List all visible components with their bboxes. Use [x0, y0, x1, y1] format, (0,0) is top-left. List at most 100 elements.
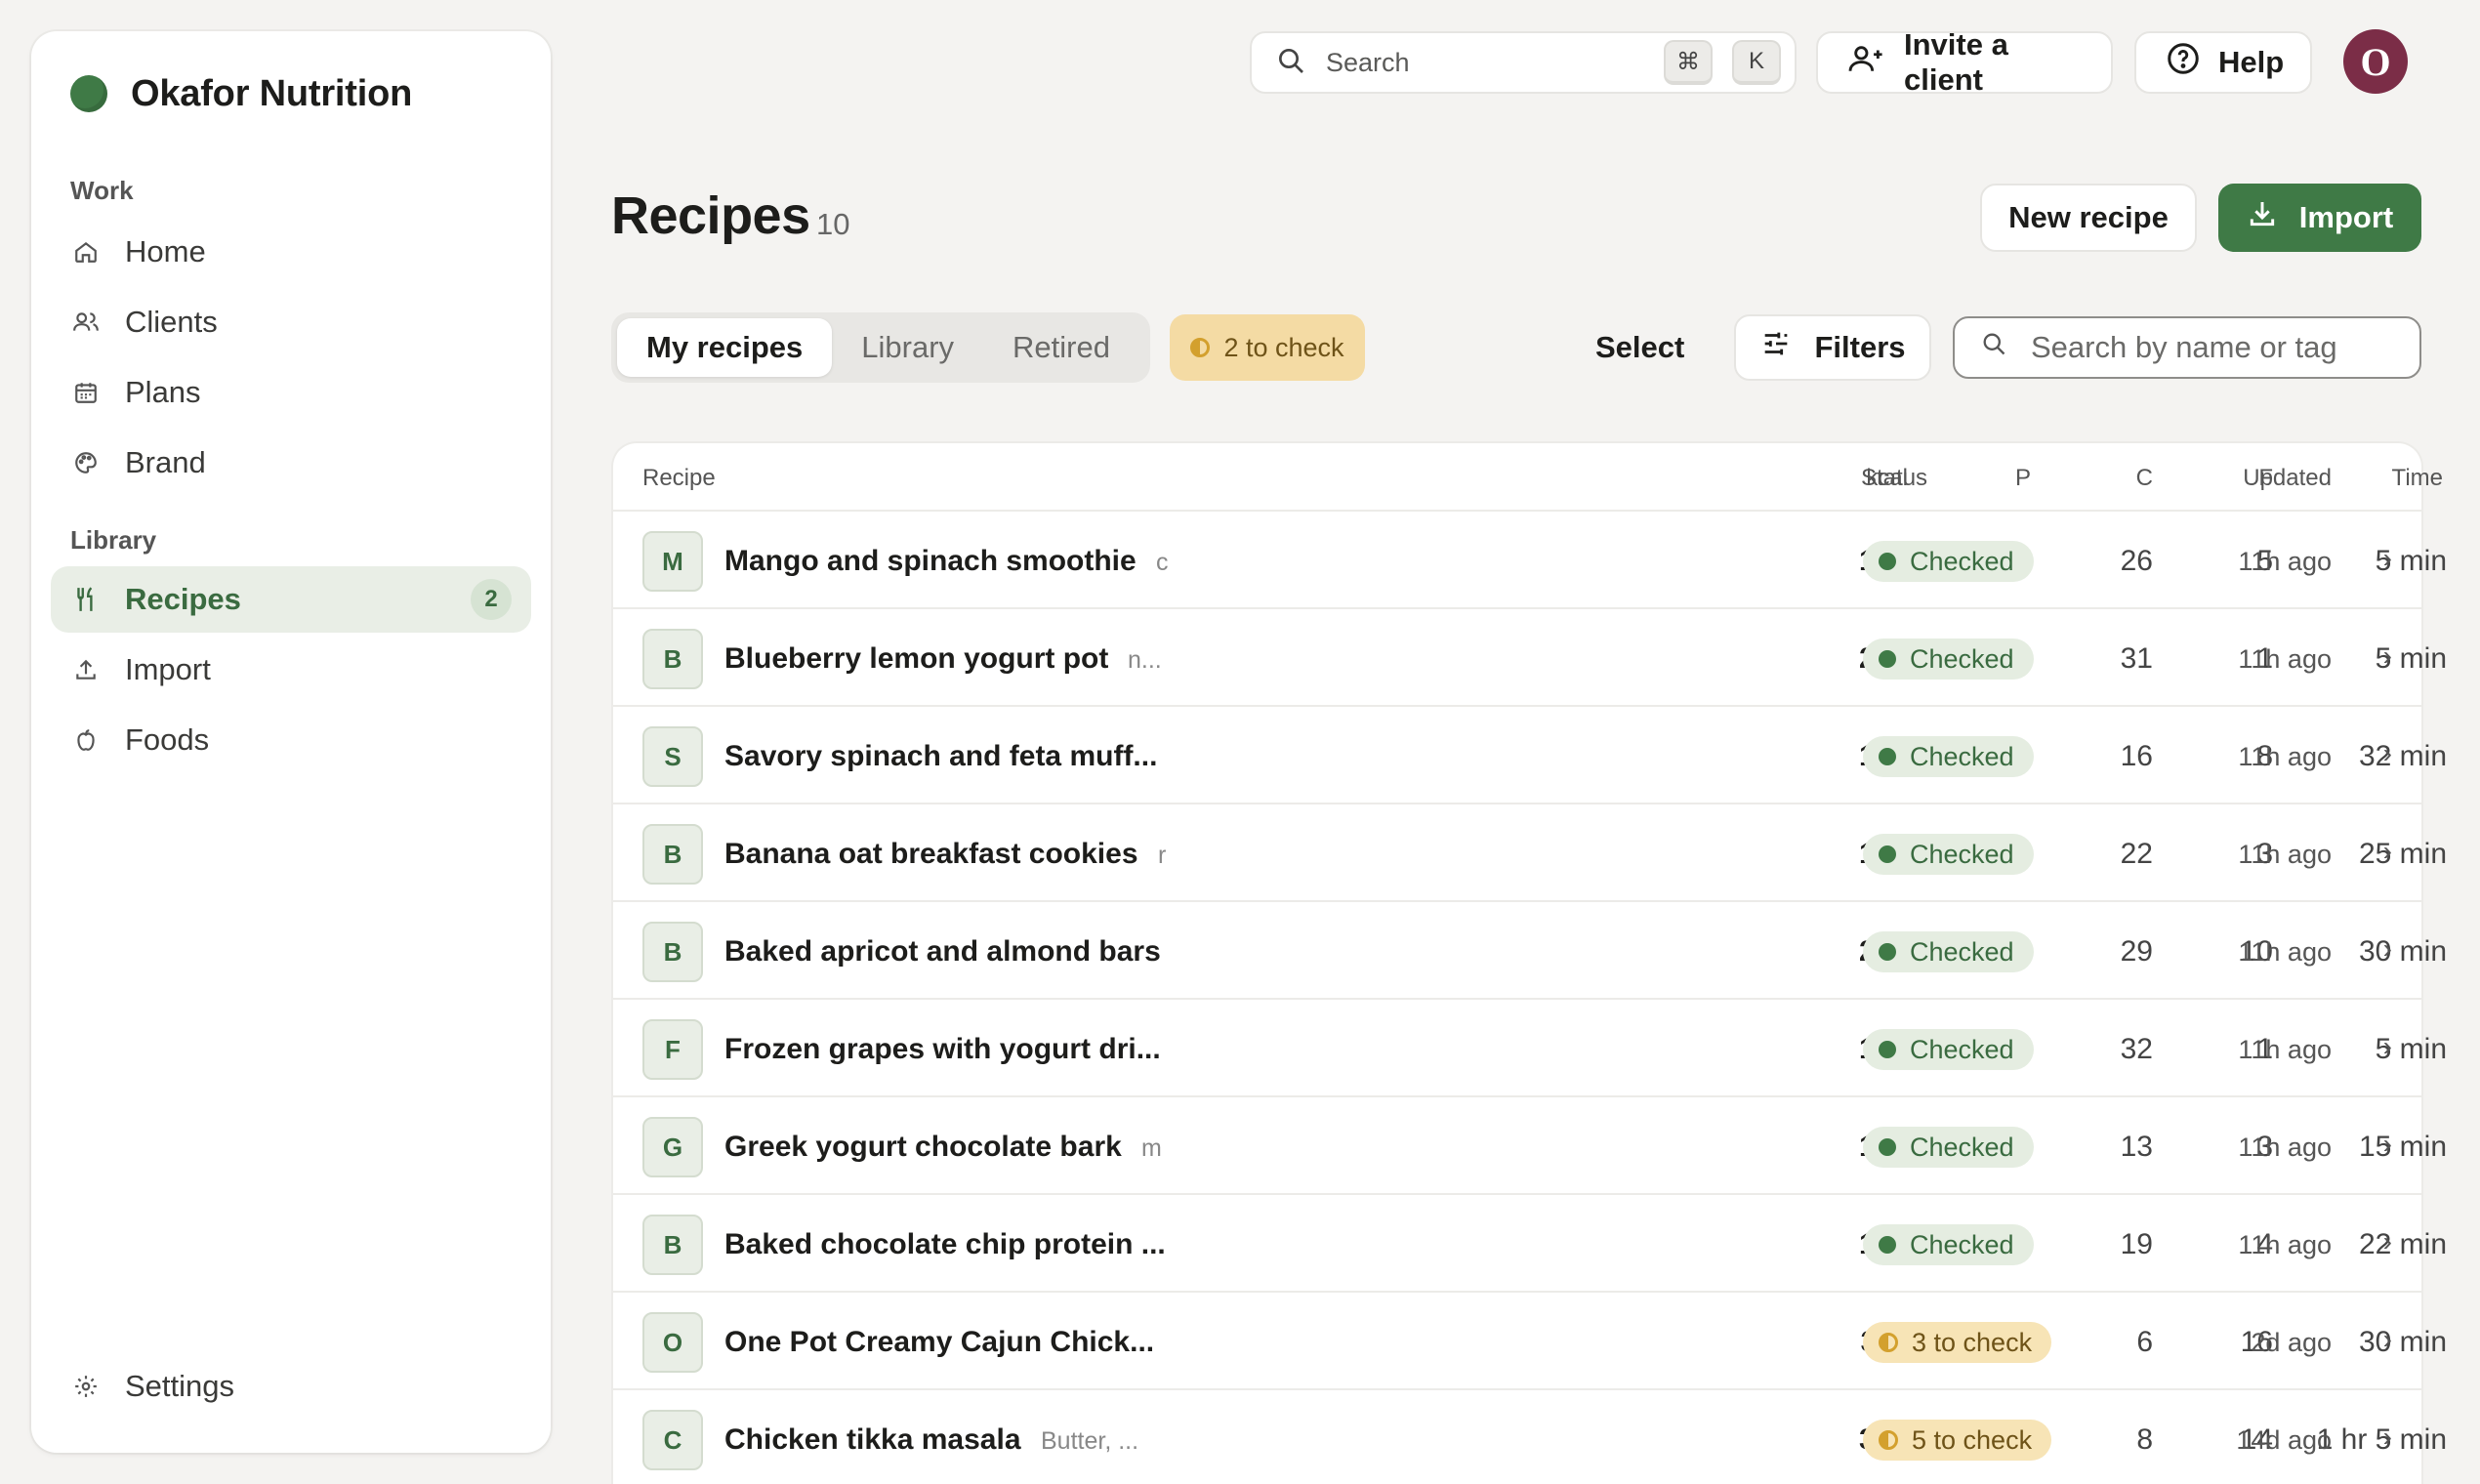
sidebar-item-home[interactable]: Home	[51, 219, 531, 285]
tab-library[interactable]: Library	[832, 318, 983, 377]
chevron-right-icon[interactable]: ›	[2383, 1422, 2392, 1453]
updated-value: 11h ago	[2238, 840, 2332, 869]
chevron-right-icon[interactable]: ›	[2383, 640, 2392, 672]
status-badge[interactable]: 5 to check	[1863, 1420, 2052, 1461]
calendar-icon	[72, 379, 100, 406]
recipe-search-placeholder: Search by name or tag	[2031, 330, 2337, 364]
sidebar-item-import[interactable]: Import	[51, 637, 531, 703]
brand-name: Okafor Nutrition	[131, 72, 413, 114]
table-row[interactable]: MMango and spinach smoothiec15842655 min…	[613, 512, 2447, 609]
recipe-name[interactable]: Baked chocolate chip protein ...	[724, 1228, 1166, 1261]
table-row[interactable]: SSavory spinach and feta muff...16371683…	[613, 707, 2447, 804]
status-label: Checked	[1910, 936, 2014, 967]
checked-dot-icon	[1879, 1236, 1896, 1254]
header-p[interactable]: P	[2015, 465, 2031, 492]
chevron-right-icon[interactable]: ›	[2383, 836, 2392, 867]
status-badge[interactable]: Checked	[1863, 639, 2034, 680]
carbs-value: 8	[2136, 1423, 2153, 1456]
status-badge[interactable]: Checked	[1863, 1224, 2034, 1265]
brand[interactable]: Okafor Nutrition	[70, 66, 412, 121]
recipe-name[interactable]: Frozen grapes with yogurt dri...	[724, 1033, 1161, 1066]
import-label: Import	[2298, 200, 2394, 234]
page-title: Recipes	[611, 186, 810, 245]
sidebar-item-clients[interactable]: Clients	[51, 289, 531, 355]
table-row[interactable]: BBaked apricot and almond bars2104291030…	[613, 902, 2447, 1000]
table-row[interactable]: BBanana oat breakfast cookiesr121422325 …	[613, 804, 2447, 902]
chevron-right-icon[interactable]: ›	[2383, 1324, 2392, 1355]
carbs-value: 6	[2136, 1326, 2153, 1358]
recipe-initial-avatar: O	[642, 1312, 703, 1373]
status-badge[interactable]: 3 to check	[1863, 1322, 2052, 1363]
recipe-name[interactable]: Blueberry lemon yogurt pot	[724, 642, 1108, 676]
recipe-name[interactable]: One Pot Creamy Cajun Chick...	[724, 1326, 1154, 1359]
recipe-name[interactable]: Chicken tikka masala	[724, 1423, 1021, 1457]
select-button[interactable]: Select	[1595, 330, 1684, 365]
table-row[interactable]: GGreek yogurt chocolate barkm109813315 m…	[613, 1097, 2447, 1195]
chevron-right-icon[interactable]: ›	[2383, 1031, 2392, 1062]
recipe-initial-avatar: M	[642, 531, 703, 592]
table-row[interactable]: FFrozen grapes with yogurt dri...1446321…	[613, 1000, 2447, 1097]
sidebar-item-settings[interactable]: Settings	[51, 1353, 531, 1420]
recipe-name[interactable]: Banana oat breakfast cookies	[724, 838, 1138, 871]
to-check-filter-chip[interactable]: 2 to check	[1170, 314, 1365, 381]
chevron-right-icon[interactable]: ›	[2383, 1129, 2392, 1160]
updated-value: 2d ago	[2251, 1328, 2332, 1357]
carbs-value: 16	[2120, 740, 2153, 772]
header-status[interactable]: Status	[1861, 465, 1927, 492]
sidebar-item-recipes[interactable]: Recipes 2	[51, 566, 531, 633]
tab-my-recipes[interactable]: My recipes	[617, 318, 833, 377]
recipe-search-input[interactable]: Search by name or tag	[1953, 316, 2421, 379]
global-search-input[interactable]: Search ⌘ K	[1250, 31, 1797, 94]
help-icon	[2166, 41, 2201, 84]
status-label: Checked	[1910, 1229, 2014, 1259]
filters-label: Filters	[1814, 330, 1906, 364]
recipe-name[interactable]: Mango and spinach smoothie	[724, 545, 1137, 578]
status-badge[interactable]: Checked	[1863, 834, 2034, 875]
avatar[interactable]: O	[2343, 29, 2408, 94]
new-recipe-button[interactable]: New recipe	[1980, 184, 2197, 252]
nav-section-library: Library	[70, 525, 157, 555]
chevron-right-icon[interactable]: ›	[2383, 933, 2392, 965]
sidebar-item-plans[interactable]: Plans	[51, 359, 531, 426]
status-badge[interactable]: Checked	[1863, 541, 2034, 582]
recipe-initial-avatar: F	[642, 1019, 703, 1080]
status-label: 3 to check	[1912, 1327, 2033, 1357]
chevron-right-icon[interactable]: ›	[2383, 1226, 2392, 1257]
recipe-initial-avatar: B	[642, 922, 703, 982]
header-time[interactable]: Time	[2392, 465, 2443, 492]
search-placeholder: Search	[1326, 47, 1410, 77]
tab-retired[interactable]: Retired	[983, 318, 1139, 377]
recipe-initial-avatar: S	[642, 726, 703, 787]
status-badge[interactable]: Checked	[1863, 1127, 2034, 1168]
fork-knife-icon	[72, 586, 100, 613]
updated-value: 11h ago	[2238, 1133, 2332, 1162]
filters-button[interactable]: Filters	[1734, 314, 1931, 381]
table-row[interactable]: CChicken tikka masalaButter, ...37051814…	[613, 1390, 2447, 1484]
help-label: Help	[2218, 45, 2285, 79]
status-badge[interactable]: Checked	[1863, 736, 2034, 777]
recipe-name[interactable]: Greek yogurt chocolate bark	[724, 1131, 1122, 1164]
table-row[interactable]: BBaked chocolate chip protein ...1365194…	[613, 1195, 2447, 1293]
status-label: 5 to check	[1912, 1424, 2033, 1455]
header-c[interactable]: C	[2136, 465, 2153, 492]
table-row[interactable]: BBlueberry lemon yogurt potn...212223115…	[613, 609, 2447, 707]
import-button[interactable]: Import	[2218, 184, 2421, 252]
invite-client-button[interactable]: Invite a client	[1816, 27, 2113, 97]
chevron-right-icon[interactable]: ›	[2383, 543, 2392, 574]
status-badge[interactable]: Checked	[1863, 1029, 2034, 1070]
sidebar-item-foods[interactable]: Foods	[51, 707, 531, 773]
help-button[interactable]: Help	[2134, 31, 2312, 94]
table-row[interactable]: OOne Pot Creamy Cajun Chick...3113661630…	[613, 1293, 2447, 1390]
recipe-name[interactable]: Savory spinach and feta muff...	[724, 740, 1157, 773]
sidebar-item-brand[interactable]: Brand	[51, 430, 531, 496]
recipe-tags: r	[1158, 842, 1167, 869]
status-badge[interactable]: Checked	[1863, 931, 2034, 972]
sliders-icon	[1759, 327, 1793, 368]
recipe-name[interactable]: Baked apricot and almond bars	[724, 935, 1161, 969]
updated-value: 11h ago	[2238, 547, 2332, 576]
carbs-value: 29	[2120, 935, 2153, 968]
chevron-right-icon[interactable]: ›	[2383, 738, 2392, 769]
header-recipe[interactable]: Recipe	[642, 465, 716, 492]
header-updated[interactable]: Updated	[2243, 465, 2332, 492]
recipe-tags: m	[1141, 1134, 1162, 1162]
